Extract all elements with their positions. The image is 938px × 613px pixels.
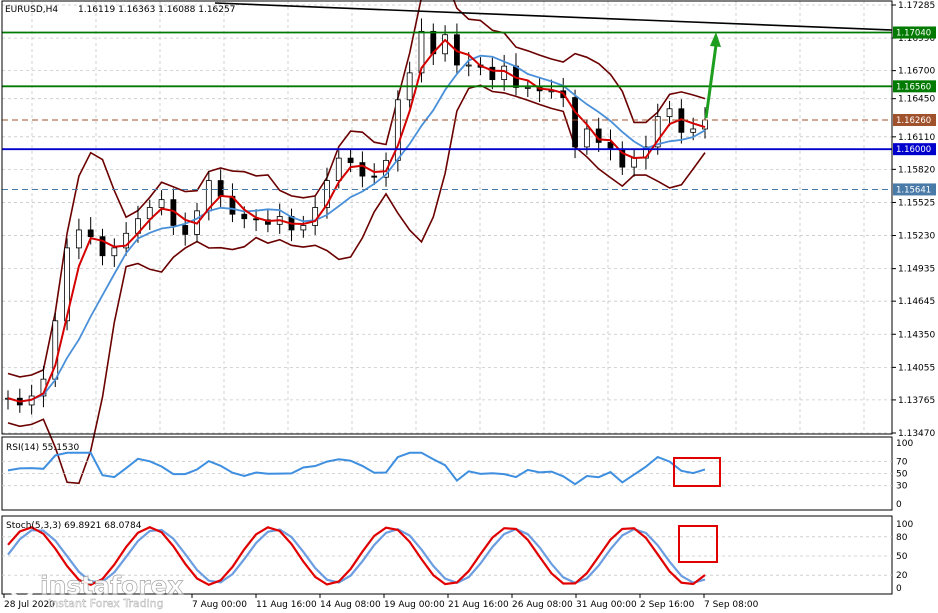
time-tick-label: 7 Aug 00:00 [192,600,247,610]
time-tick-label: 26 Aug 08:00 [512,600,573,610]
stoch-tick-label: 20 [896,571,908,581]
time-tick-label: 11 Aug 16:00 [256,600,317,610]
candle-body [465,64,472,67]
stoch-tick-label: 100 [896,520,913,530]
candle-body [111,247,118,257]
stoch-tick-label: 80 [896,533,908,543]
candle-body [158,199,165,208]
price-tick-label: 1.14645 [898,297,935,307]
candle-body [583,128,590,148]
stoch-label: Stoch(5,3,3) 69.8921 68.0784 [6,521,142,531]
price-tick-label: 1.14055 [898,363,935,373]
rsi-tick-label: 70 [896,457,908,467]
time-tick-label: 14 Aug 08:00 [320,600,381,610]
candle-body [572,97,578,148]
time-tick-label: 2 Sep 16:00 [640,600,695,610]
candle-body [347,157,354,164]
price-tick-label: 1.16700 [898,67,935,77]
rsi-label: RSI(14) 55.1530 [6,443,79,453]
symbol-title: EURUSD,H4 [5,5,58,15]
rsi-tick-label: 30 [896,482,908,492]
candle-body [442,34,449,55]
candle-body [631,157,638,168]
price-tick-label: 1.16110 [898,133,935,143]
price-tick-label: 1.15230 [898,232,935,242]
candle-body [666,108,673,118]
stoch-tick-label: 50 [896,552,908,562]
time-tick-label: 21 Aug 16:00 [448,600,509,610]
watermark-brand: instaforex [40,571,184,600]
rsi-tick-label: 50 [896,470,908,480]
candle-body [371,175,378,178]
watermark-tagline: Instant Forex Trading [48,597,164,610]
price-tick-label: 1.15820 [898,165,935,175]
stoch-tick-label: 0 [896,584,902,594]
level-tag-label: 1.16560 [896,82,931,92]
level-tag-label: 1.16000 [896,145,931,155]
rsi-tick-label: 0 [896,500,902,510]
rsi-tick-label: 100 [896,439,913,449]
time-tick-label: 19 Aug 00:00 [384,600,445,610]
level-tag-label: 1.15641 [896,185,931,195]
price-tick-label: 1.14935 [898,265,935,275]
price-tick-label: 1.14350 [898,330,935,340]
price-tick-label: 1.13470 [898,429,935,439]
candle-body [241,213,248,220]
chart-canvas: EURUSD,H4 1.16119 1.16363 1.16088 1.1625… [0,0,938,613]
candle-body [217,180,224,197]
candle-body [702,119,708,130]
price-tick-label: 1.17285 [898,1,935,11]
price-tick-label: 1.16450 [898,95,935,105]
candle-body [300,225,307,231]
candle-body [87,229,94,238]
level-tag-label: 1.17040 [896,28,931,38]
price-tick-label: 1.13765 [898,396,935,406]
candle-body [312,207,319,226]
candle-body [524,87,531,89]
time-tick-label: 7 Sep 08:00 [704,600,759,610]
candle-body [182,225,189,235]
time-tick-label: 31 Aug 00:00 [576,600,637,610]
candle-body [75,229,82,249]
candle-body [690,128,697,133]
candle-body [335,157,342,181]
price-tick-label: 1.15525 [898,198,935,208]
level-tag-label: 1.16260 [896,116,931,126]
ohlc-readout: 1.16119 1.16363 1.16088 1.16257 [78,5,235,15]
